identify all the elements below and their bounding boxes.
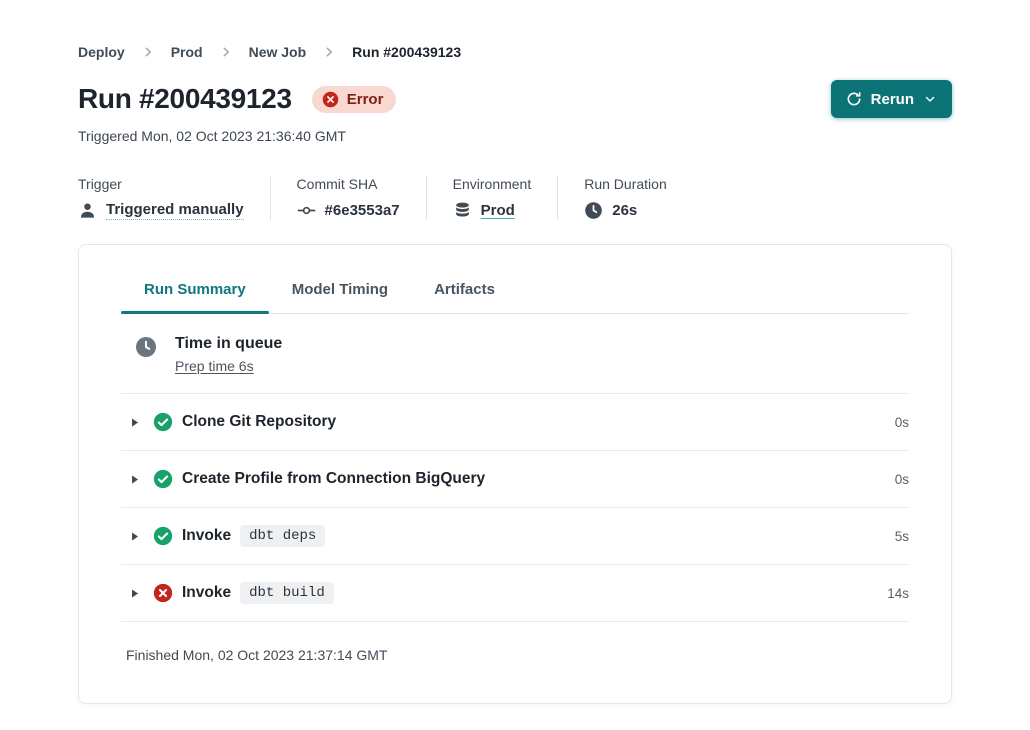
tab-artifacts[interactable]: Artifacts [411, 271, 518, 313]
expand-caret-icon[interactable] [128, 416, 141, 429]
breadcrumb: Deploy Prod New Job Run #200439123 [78, 44, 952, 60]
step-row-clone-git[interactable]: Clone Git Repository 0s [121, 394, 909, 451]
status-badge: Error [312, 86, 397, 113]
time-in-queue-section: Time in queue Prep time 6s [121, 314, 909, 394]
success-icon [153, 526, 173, 546]
step-duration: 5s [895, 529, 909, 544]
chevron-right-icon [141, 45, 155, 59]
step-row-dbt-build[interactable]: Invoke dbt build 14s [121, 565, 909, 622]
rerun-button-label: Rerun [871, 91, 914, 108]
meta-environment: Environment Prod [426, 176, 558, 220]
page-header: Run #200439123 Error Rerun [78, 80, 952, 118]
step-duration: 14s [887, 586, 909, 601]
breadcrumb-prod[interactable]: Prod [171, 44, 203, 60]
meta-duration-label: Run Duration [584, 176, 667, 192]
run-metadata: Trigger Triggered manually Commit SHA #6… [78, 176, 952, 220]
database-icon [453, 201, 472, 220]
step-label: Invoke [182, 527, 231, 545]
prep-time-link[interactable]: Prep time 6s [175, 358, 254, 374]
expand-caret-icon[interactable] [128, 473, 141, 486]
breadcrumb-deploy[interactable]: Deploy [78, 44, 125, 60]
step-row-create-profile[interactable]: Create Profile from Connection BigQuery … [121, 451, 909, 508]
finished-timestamp: Finished Mon, 02 Oct 2023 21:37:14 GMT [121, 622, 909, 685]
tab-bar: Run Summary Model Timing Artifacts [121, 271, 909, 314]
meta-trigger-value[interactable]: Triggered manually [106, 201, 244, 220]
step-label: Create Profile from Connection BigQuery [182, 470, 485, 488]
tab-run-summary[interactable]: Run Summary [121, 271, 269, 313]
meta-commit-label: Commit SHA [297, 176, 400, 192]
breadcrumb-new-job[interactable]: New Job [249, 44, 307, 60]
commit-icon [297, 201, 316, 220]
error-circle-icon [322, 91, 339, 108]
command-chip: dbt build [240, 582, 334, 604]
step-duration: 0s [895, 415, 909, 430]
command-chip: dbt deps [240, 525, 325, 547]
meta-environment-label: Environment [453, 176, 532, 192]
expand-caret-icon[interactable] [128, 530, 141, 543]
triggered-timestamp: Triggered Mon, 02 Oct 2023 21:36:40 GMT [78, 128, 952, 144]
meta-duration-value: 26s [612, 202, 637, 219]
step-row-dbt-deps[interactable]: Invoke dbt deps 5s [121, 508, 909, 565]
step-label: Invoke [182, 584, 231, 602]
run-detail-page: Deploy Prod New Job Run #200439123 Run #… [0, 0, 1030, 704]
error-icon [153, 583, 173, 603]
meta-trigger-label: Trigger [78, 176, 244, 192]
tab-model-timing[interactable]: Model Timing [269, 271, 411, 313]
meta-commit-value: #6e3553a7 [325, 202, 400, 219]
queue-title: Time in queue [175, 335, 282, 353]
step-duration: 0s [895, 472, 909, 487]
meta-environment-value[interactable]: Prod [481, 202, 515, 219]
refresh-icon [846, 91, 862, 107]
chevron-right-icon [219, 45, 233, 59]
expand-caret-icon[interactable] [128, 587, 141, 600]
rerun-button[interactable]: Rerun [831, 80, 952, 118]
queue-clock-icon [134, 335, 158, 359]
chevron-down-icon [923, 92, 937, 106]
clock-icon [584, 201, 603, 220]
person-icon [78, 201, 97, 220]
breadcrumb-current-run: Run #200439123 [352, 44, 461, 60]
meta-trigger: Trigger Triggered manually [78, 176, 270, 220]
meta-commit-sha: Commit SHA #6e3553a7 [270, 176, 426, 220]
status-badge-label: Error [347, 91, 384, 108]
success-icon [153, 469, 173, 489]
meta-run-duration: Run Duration 26s [557, 176, 693, 220]
success-icon [153, 412, 173, 432]
step-label: Clone Git Repository [182, 413, 336, 431]
page-title: Run #200439123 [78, 83, 292, 115]
chevron-right-icon [322, 45, 336, 59]
run-summary-card: Run Summary Model Timing Artifacts Time … [78, 244, 952, 704]
